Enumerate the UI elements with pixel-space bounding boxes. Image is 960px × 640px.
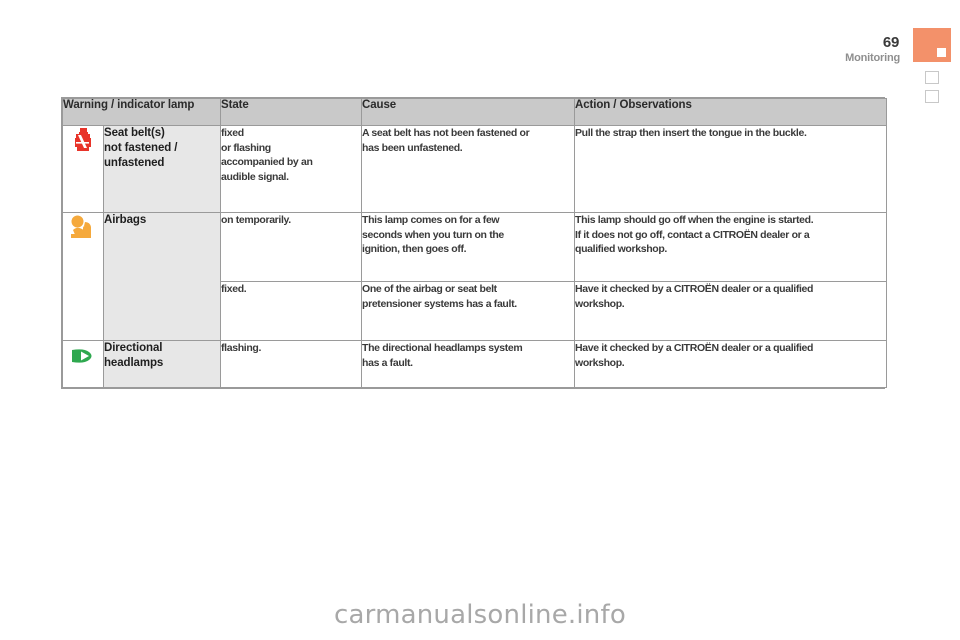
column-header-cause: Cause	[361, 98, 576, 126]
manual-page: 69 Monitoring Warning / indicator lamp S…	[0, 0, 960, 640]
action-text: Have it checked by a CITROËN dealer or a…	[575, 342, 814, 369]
column-header-action: Action / Observations	[574, 98, 888, 126]
action-text: This lamp should go off when the engine …	[575, 214, 814, 255]
cause-cell: The directional headlamps system has a f…	[361, 340, 576, 388]
state-text: fixed.	[221, 283, 247, 295]
lamp-name-text: Seat belt(s) not fastened / unfastened	[104, 127, 178, 169]
column-header-state: State	[220, 98, 363, 126]
table-header-row: Warning / indicator lamp State Cause Act…	[61, 98, 888, 126]
cause-text: One of the airbag or seat belt pretensio…	[362, 283, 517, 310]
lamp-name-text: Airbags	[104, 214, 147, 226]
state-cell: fixed.	[220, 281, 363, 341]
chapter-color-tab	[913, 28, 951, 62]
state-cell: flashing.	[220, 340, 363, 388]
cause-text: The directional headlamps system has a f…	[362, 342, 523, 369]
cause-cell: One of the airbag or seat belt pretensio…	[361, 281, 576, 341]
cause-cell: This lamp comes on for a few seconds whe…	[361, 212, 576, 282]
cause-cell: A seat belt has not been fastened or has…	[361, 125, 576, 213]
table-row: Seat belt(s) not fastened / unfastened f…	[62, 125, 888, 213]
lamp-name-cell: Directional headlamps	[102, 340, 222, 388]
chapter-title: Monitoring	[845, 52, 900, 64]
page-number: 69	[882, 34, 899, 51]
side-marker-box-2	[925, 90, 939, 103]
chapter-tab-dot	[937, 48, 946, 57]
table-row: Directional headlamps flashing. The dire…	[62, 340, 888, 388]
state-text: fixed or flashing accompanied by an audi…	[221, 127, 313, 183]
column-header-lamp: Warning / indicator lamp	[61, 98, 222, 126]
airbag-warning-icon	[62, 212, 104, 341]
state-text: flashing.	[221, 342, 262, 354]
cause-text: This lamp comes on for a few seconds whe…	[362, 214, 504, 255]
lamp-name-cell: Seat belt(s) not fastened / unfastened	[102, 125, 222, 213]
state-cell: on temporarily.	[220, 212, 363, 282]
table-row: Airbags on temporarily. This lamp comes …	[62, 212, 888, 341]
site-watermark: carmanualsonline.info	[334, 600, 626, 630]
action-cell: Pull the strap then insert the tongue in…	[574, 125, 888, 213]
side-marker-box-1	[925, 71, 939, 84]
lamp-name-text: Directional headlamps	[104, 342, 164, 369]
directional-headlamps-icon	[62, 340, 104, 388]
seat-belt-warning-icon	[62, 125, 104, 213]
state-cell: fixed or flashing accompanied by an audi…	[220, 125, 363, 213]
action-cell: Have it checked by a CITROËN dealer or a…	[574, 281, 888, 341]
action-cell: Have it checked by a CITROËN dealer or a…	[574, 340, 888, 388]
action-text: Have it checked by a CITROËN dealer or a…	[575, 283, 814, 310]
warning-lamps-table: Warning / indicator lamp State Cause Act…	[61, 97, 888, 389]
lamp-name-cell: Airbags	[102, 212, 222, 341]
cause-text: A seat belt has not been fastened or has…	[362, 127, 530, 154]
state-text: on temporarily.	[221, 214, 291, 226]
action-cell: This lamp should go off when the engine …	[574, 212, 888, 282]
action-text: Pull the strap then insert the tongue in…	[575, 127, 807, 139]
